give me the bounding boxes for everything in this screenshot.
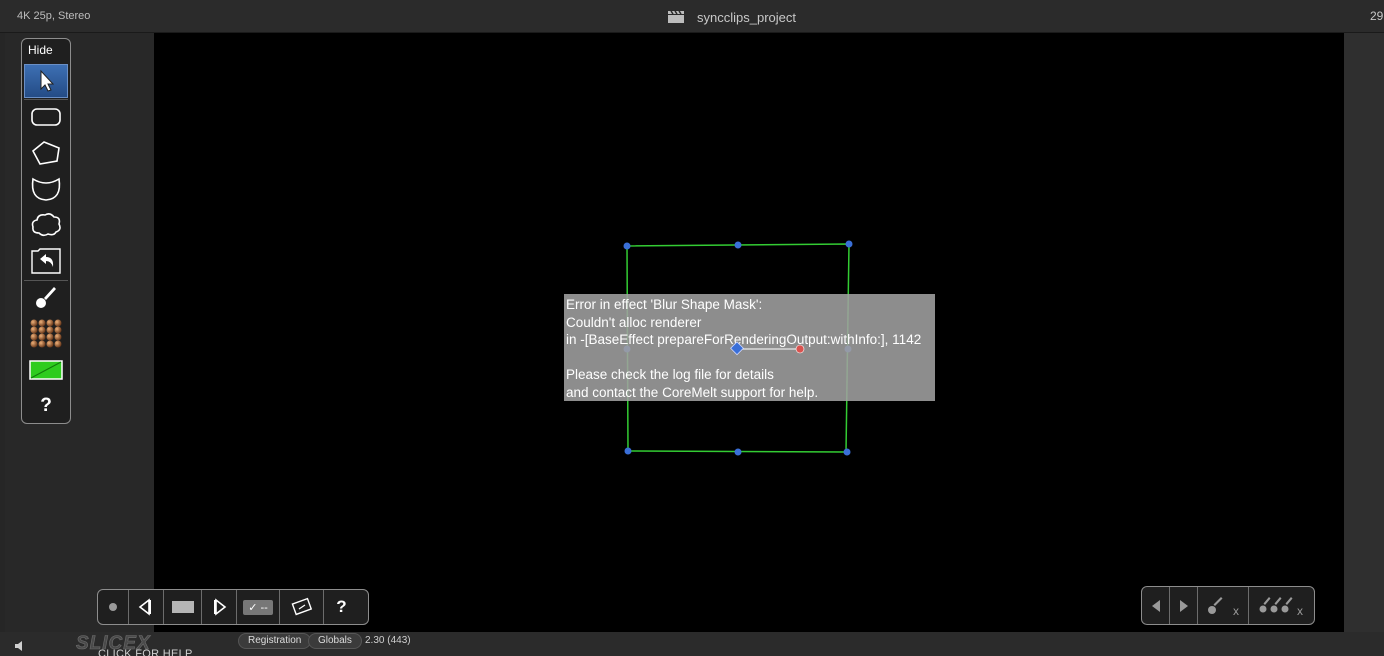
step-back-icon xyxy=(138,598,151,616)
mask-edge-handle[interactable] xyxy=(734,448,742,456)
error-line: Couldn't alloc renderer xyxy=(566,314,702,330)
texture-tool[interactable] xyxy=(24,317,68,351)
select-tool[interactable] xyxy=(24,64,68,98)
help-icon: ? xyxy=(40,395,52,416)
checkmark-toggle-icon: ✓ -- xyxy=(243,599,273,615)
delete-brush-button[interactable]: x xyxy=(1198,587,1249,624)
record-dot-icon xyxy=(109,603,117,611)
checkmark-toggle-button[interactable]: ✓ -- xyxy=(237,590,280,624)
viewer-right-margin xyxy=(1344,33,1384,632)
error-line: in -[BaseEffect prepareForRenderingOutpu… xyxy=(566,332,922,347)
rotate-frame-icon xyxy=(291,597,312,616)
delete-all-x-label: x xyxy=(1297,603,1303,618)
delete-brush-icon xyxy=(1208,596,1223,614)
select-arrow-icon xyxy=(40,69,55,92)
mask-rotation-handle[interactable] xyxy=(795,344,805,354)
transport-help-button[interactable]: ? xyxy=(324,590,359,624)
transport-controls: ✓ -- ? xyxy=(97,589,369,625)
texture-grid-icon xyxy=(30,319,62,348)
rotate-frame-button[interactable] xyxy=(280,590,324,624)
cut-number: 29 xyxy=(1370,9,1384,23)
undo-tool[interactable] xyxy=(24,244,68,278)
rectangle-tool[interactable] xyxy=(24,100,68,134)
undo-icon xyxy=(31,248,61,274)
bezier-tool[interactable] xyxy=(24,172,68,206)
prev-arrow-icon xyxy=(1151,599,1160,612)
color-swatch-tool[interactable] xyxy=(24,353,68,387)
step-forward-button[interactable] xyxy=(202,590,237,624)
clapperboard-icon xyxy=(668,11,684,23)
format-info: 4K 25p, Stereo xyxy=(17,10,91,22)
polygon-icon xyxy=(31,141,60,165)
speaker-icon[interactable] xyxy=(15,640,25,652)
error-line: Please check the log file for details xyxy=(566,367,774,382)
step-forward-icon xyxy=(214,598,227,616)
record-button[interactable] xyxy=(98,590,129,624)
delete-x-label: x xyxy=(1233,603,1239,618)
frame-rect-icon xyxy=(171,601,194,613)
mask-corner-handle[interactable] xyxy=(623,242,631,250)
mask-corner-handle[interactable] xyxy=(845,240,853,248)
mask-nav-controls: x x xyxy=(1141,586,1315,625)
status-bar xyxy=(0,632,1384,656)
error-line xyxy=(566,349,933,367)
rounded-rect-icon xyxy=(31,108,61,126)
step-back-button[interactable] xyxy=(129,590,164,624)
globals-button[interactable]: Globals xyxy=(308,633,362,649)
error-message-box: Error in effect 'Blur Shape Mask': Could… xyxy=(564,294,935,401)
project-title: syncclips_project xyxy=(697,9,796,25)
mask-corner-handle[interactable] xyxy=(843,448,851,456)
mask-edge-handle[interactable] xyxy=(734,241,742,249)
color-swatch-icon xyxy=(29,360,63,380)
paint-brush-icon xyxy=(36,287,56,308)
title-bar: 4K 25p, Stereo syncclips_project 29 xyxy=(0,0,1384,33)
cloud-tool[interactable] xyxy=(24,208,68,242)
bezier-shape-icon xyxy=(31,177,61,201)
tool-palette: Hide ? xyxy=(21,38,71,424)
delete-all-brushes-button[interactable]: x xyxy=(1249,587,1313,624)
help-icon: ? xyxy=(336,597,347,616)
cloud-shape-icon xyxy=(31,213,61,237)
next-button[interactable] xyxy=(1170,587,1198,624)
polygon-tool[interactable] xyxy=(24,136,68,170)
brush-tool[interactable] xyxy=(24,281,68,315)
mask-corner-handle[interactable] xyxy=(624,447,632,455)
version-label: 2.30 (443) xyxy=(365,635,411,646)
error-line: and contact the CoreMelt support for hel… xyxy=(566,384,819,400)
error-line: Error in effect 'Blur Shape Mask': xyxy=(566,297,763,312)
frame-button[interactable] xyxy=(164,590,202,624)
delete-all-brushes-icon xyxy=(1259,596,1293,612)
project-title-group: syncclips_project xyxy=(668,8,796,26)
click-for-help-link[interactable]: CLICK FOR HELP xyxy=(98,648,193,656)
registration-button[interactable]: Registration xyxy=(238,633,312,649)
next-arrow-icon xyxy=(1179,599,1188,612)
help-tool[interactable]: ? xyxy=(24,389,68,423)
prev-button[interactable] xyxy=(1142,587,1170,624)
hide-button[interactable]: Hide xyxy=(22,39,70,61)
